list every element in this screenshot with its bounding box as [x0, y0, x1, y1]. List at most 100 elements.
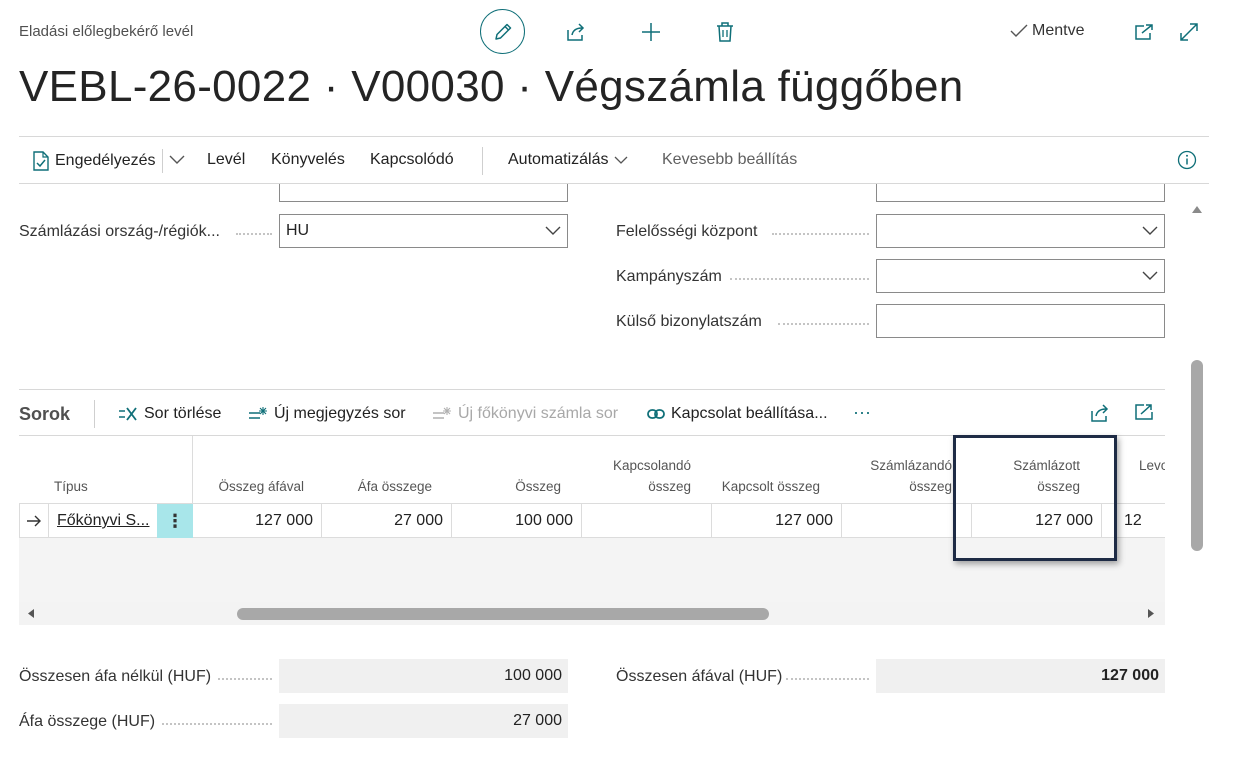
- total-incl-vat-label: Összesen áfával (HUF): [616, 668, 783, 685]
- column-header-next-cut[interactable]: Levo: [1139, 455, 1165, 476]
- lines-toolbar: Sorok Sor törlése Új megjegyzés sor Új f…: [19, 389, 1165, 436]
- approve-dropdown[interactable]: [169, 155, 185, 165]
- checkmark-icon: [1010, 24, 1028, 37]
- header-line: Számlázandó: [870, 458, 952, 473]
- new-button[interactable]: [638, 19, 664, 45]
- column-header-amount-to-link[interactable]: Kapcsolandó összeg: [582, 455, 712, 497]
- action-separator: [162, 149, 163, 173]
- grid-scrollbar-thumb[interactable]: [237, 608, 769, 620]
- new-comment-line-button[interactable]: Új megjegyzés sor: [248, 405, 406, 423]
- scroll-up-button[interactable]: [1191, 204, 1203, 214]
- grid-horizontal-scrollbar[interactable]: [19, 602, 1165, 625]
- delete-button[interactable]: [713, 19, 737, 45]
- cell-next-cut[interactable]: 12: [1124, 512, 1165, 530]
- cell-vat-amount[interactable]: 27 000: [322, 504, 452, 538]
- billing-country-select[interactable]: HU: [279, 214, 568, 248]
- responsibility-center-label: Felelősségi központ: [616, 223, 758, 240]
- letter-action[interactable]: Levél: [207, 151, 245, 169]
- column-header-amount[interactable]: Összeg: [452, 476, 582, 497]
- triangle-up-icon: [1192, 206, 1202, 213]
- saved-label: Mentve: [1032, 22, 1085, 39]
- row-actions-menu[interactable]: ⋮: [157, 504, 193, 538]
- approve-label: Engedélyezés: [55, 152, 156, 169]
- column-header-linked-amount[interactable]: Kapcsolt összeg: [712, 476, 842, 497]
- campaign-no-label: Kampányszám: [616, 268, 722, 285]
- scroll-left-button[interactable]: [27, 608, 35, 619]
- column-header-type[interactable]: Típus: [54, 476, 88, 497]
- open-in-new-window-icon: [1135, 24, 1153, 40]
- fewer-options-action[interactable]: Kevesebb beállítás: [662, 151, 797, 169]
- label-leader-dots: [778, 323, 869, 325]
- field-partially-hidden[interactable]: [876, 184, 1165, 202]
- action-bar: Engedélyezés Levél Könyvelés Kapcsolódó …: [19, 136, 1209, 184]
- triangle-right-icon: [1148, 609, 1154, 618]
- new-gl-line-button[interactable]: Új főkönyvi számla sor: [432, 405, 618, 423]
- cell-amount-to-link[interactable]: [582, 504, 712, 538]
- more-options-button[interactable]: ···: [853, 402, 871, 423]
- external-doc-label: Külső bizonylatszám: [616, 313, 762, 330]
- column-header-amount-incl-vat[interactable]: Összeg áfával: [192, 476, 322, 497]
- set-link-label: Kapcsolat beállítása...: [671, 405, 828, 422]
- action-separator: [482, 147, 483, 175]
- new-gl-line-label: Új főkönyvi számla sor: [458, 405, 619, 422]
- expand-icon: [1180, 23, 1198, 41]
- cell-linked-amount[interactable]: 127 000: [712, 504, 842, 538]
- expand-lines-button[interactable]: [1134, 403, 1154, 421]
- label-leader-dots: [162, 723, 272, 725]
- highlight-frame: [953, 435, 1117, 561]
- label-leader-dots: [218, 678, 272, 680]
- label-leader-dots: [786, 678, 869, 680]
- share-lines-button[interactable]: [1089, 403, 1111, 423]
- delete-line-button[interactable]: Sor törlése: [118, 405, 221, 423]
- share-button[interactable]: [563, 20, 589, 44]
- field-partially-hidden[interactable]: [279, 184, 568, 202]
- responsibility-center-select[interactable]: [876, 214, 1165, 248]
- share-icon: [567, 23, 585, 41]
- approve-action[interactable]: Engedélyezés: [32, 151, 156, 171]
- scroll-right-button[interactable]: [1147, 608, 1155, 619]
- trash-icon: [717, 22, 733, 42]
- toolbar-separator: [94, 400, 95, 428]
- chevron-down-icon: [614, 156, 627, 164]
- document-check-icon: [33, 151, 49, 171]
- billing-country-value: HU: [286, 222, 310, 239]
- page-scrollbar-thumb[interactable]: [1191, 360, 1203, 551]
- related-action[interactable]: Kapcsolódó: [370, 151, 454, 169]
- saved-status: Mentve: [1010, 22, 1084, 40]
- label-leader-dots: [236, 233, 272, 235]
- expand-button[interactable]: [1176, 19, 1202, 45]
- insert-row-icon: [433, 407, 451, 419]
- header-line: összeg: [648, 479, 691, 494]
- column-header-vat-amount[interactable]: Áfa összege: [322, 476, 452, 497]
- arrow-right-icon: [27, 515, 41, 527]
- cell-amount-incl-vat[interactable]: 127 000: [192, 504, 322, 538]
- campaign-no-select[interactable]: [876, 259, 1165, 293]
- cell-amount[interactable]: 100 000: [452, 504, 582, 538]
- row-type-link[interactable]: Főkönyvi S...: [57, 512, 149, 530]
- focus-mode-icon: [1135, 404, 1153, 420]
- document-type-caption: Eladási előlegbekérő levél: [19, 23, 194, 40]
- automate-action[interactable]: Automatizálás: [508, 151, 628, 169]
- info-button[interactable]: [1177, 150, 1197, 170]
- posting-action[interactable]: Könyvelés: [271, 151, 345, 169]
- billing-country-label: Számlázási ország-/régiók...: [19, 223, 220, 240]
- vat-amount-total-label: Áfa összege (HUF): [19, 713, 156, 730]
- set-link-button[interactable]: Kapcsolat beállítása...: [647, 405, 828, 423]
- link-icon: [647, 409, 665, 419]
- total-excl-vat-label: Összesen áfa nélkül (HUF): [19, 668, 212, 685]
- page-title: VEBL-26-0022 · V00030 · Végszámla függőb…: [19, 62, 964, 111]
- vat-amount-total-value: 27 000: [279, 704, 568, 738]
- new-comment-line-label: Új megjegyzés sor: [274, 405, 406, 422]
- pencil-icon: [494, 23, 511, 40]
- insert-row-icon: [249, 407, 267, 419]
- total-incl-vat-value: 127 000: [876, 659, 1165, 693]
- external-doc-input[interactable]: [876, 304, 1165, 338]
- triangle-left-icon: [28, 609, 34, 618]
- row-selector[interactable]: [20, 504, 49, 538]
- open-new-window-button[interactable]: [1132, 20, 1156, 44]
- edit-button[interactable]: [480, 9, 525, 54]
- delete-row-icon: [119, 407, 137, 421]
- lines-title: Sorok: [19, 404, 71, 424]
- plus-icon: [642, 23, 660, 41]
- chevron-down-icon: [545, 226, 561, 235]
